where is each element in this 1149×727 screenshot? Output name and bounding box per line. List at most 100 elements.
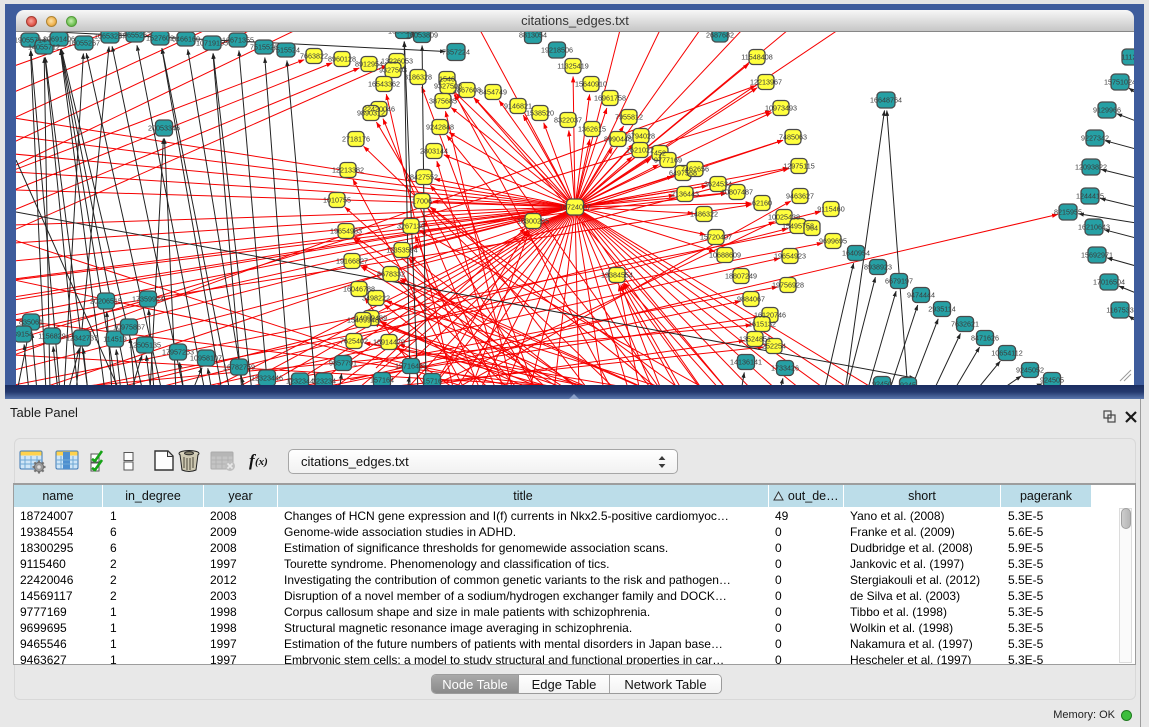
- svg-text:16782759: 16782759: [223, 363, 255, 372]
- svg-text:9242848: 9242848: [426, 123, 454, 132]
- svg-text:18807249: 18807249: [725, 272, 757, 281]
- svg-text:10973493: 10973493: [765, 104, 797, 113]
- svg-text:19654983: 19654983: [330, 227, 362, 236]
- svg-text:8322037: 8322037: [554, 116, 582, 125]
- svg-text:10958107: 10958107: [190, 354, 222, 363]
- svg-text:6679197: 6679197: [885, 277, 913, 286]
- svg-text:1486322: 1486322: [690, 210, 718, 219]
- svg-text:19218506: 19218506: [541, 46, 573, 55]
- svg-text:7625402: 7625402: [340, 337, 368, 346]
- svg-text:16648764: 16648764: [870, 96, 902, 105]
- svg-text:8186328: 8186328: [404, 73, 432, 82]
- svg-text:1640954: 1640954: [842, 249, 870, 258]
- svg-text:15720407: 15720407: [700, 233, 732, 242]
- svg-text:10025438: 10025438: [768, 213, 800, 222]
- svg-text:12323446: 12323446: [251, 374, 283, 383]
- svg-text:19756928: 19756928: [772, 281, 804, 290]
- svg-text:12093822: 12093822: [1075, 163, 1107, 172]
- svg-text:8454749: 8454749: [479, 88, 507, 97]
- svg-text:9463627: 9463627: [786, 192, 814, 201]
- svg-text:7663822: 7663822: [300, 52, 328, 61]
- svg-text:16210643: 16210643: [1078, 223, 1110, 232]
- svg-text:10688609: 10688609: [709, 251, 741, 260]
- svg-text:11353594: 11353594: [386, 246, 417, 255]
- svg-text:8215955: 8215955: [1054, 208, 1082, 217]
- svg-text:15716: 15716: [422, 377, 442, 385]
- svg-text:17006: 17006: [412, 197, 432, 206]
- svg-text:1156829: 1156829: [38, 332, 65, 341]
- svg-text:114519: 114519: [103, 335, 126, 344]
- svg-text:1621022: 1621022: [626, 146, 654, 155]
- svg-text:12505135: 12505135: [129, 341, 161, 350]
- svg-text:11325419: 11325419: [557, 62, 588, 71]
- svg-text:8471626: 8471626: [971, 334, 999, 343]
- svg-text:9115460: 9115460: [817, 205, 844, 214]
- svg-text:7955812: 7955812: [615, 113, 643, 122]
- svg-text:1615132: 1615132: [748, 320, 776, 329]
- svg-text:14136141: 14136141: [730, 358, 762, 367]
- svg-text:924505: 924505: [1040, 376, 1064, 385]
- svg-text:13226053: 13226053: [381, 57, 413, 66]
- svg-text:17016504: 17016504: [1093, 278, 1125, 287]
- svg-text:9245052: 9245052: [1016, 366, 1044, 375]
- svg-text:62160: 62160: [752, 199, 772, 208]
- svg-text:1527602: 1527602: [146, 34, 174, 43]
- svg-text:8960128: 8960128: [328, 55, 356, 64]
- svg-text:2867608: 2867608: [453, 86, 481, 95]
- svg-text:1538520: 1538520: [526, 109, 554, 118]
- svg-text:9699695: 9699695: [819, 237, 847, 246]
- svg-text:11123: 11123: [1122, 53, 1134, 62]
- svg-text:7462656: 7462656: [681, 165, 709, 174]
- svg-text:16543362: 16543362: [368, 80, 400, 89]
- svg-text:12213967: 12213967: [750, 78, 782, 87]
- svg-text:19166827: 19166827: [336, 257, 368, 266]
- svg-text:1010755: 1010755: [323, 196, 351, 205]
- svg-text:15640910: 15640910: [575, 80, 607, 89]
- svg-text:8938923: 8938923: [864, 263, 892, 272]
- svg-text:92450: 92450: [872, 380, 892, 385]
- svg-text:1244415: 1244415: [1076, 192, 1104, 201]
- svg-text:1733426: 1733426: [771, 364, 799, 373]
- svg-text:10807487: 10807487: [721, 188, 753, 197]
- svg-text:15751024: 15751024: [1104, 78, 1134, 87]
- svg-text:16053809: 16053809: [406, 32, 438, 40]
- svg-text:8813054: 8813054: [519, 32, 547, 40]
- svg-text:9890312: 9890312: [357, 109, 385, 118]
- svg-text:10975867: 10975867: [113, 323, 145, 332]
- svg-text:18300295: 18300295: [517, 217, 549, 226]
- svg-text:15692971: 15692971: [1081, 251, 1113, 260]
- svg-text:2718176: 2718176: [342, 135, 370, 144]
- svg-text:3875685: 3875685: [429, 97, 457, 106]
- svg-text:7632621: 7632621: [951, 320, 979, 329]
- svg-text:20053346: 20053346: [148, 124, 180, 133]
- svg-text:9245: 9245: [900, 381, 916, 385]
- svg-text:39154: 39154: [16, 330, 33, 339]
- svg-text:(x): (x): [255, 456, 268, 468]
- svg-text:9474444: 9474444: [907, 291, 935, 300]
- svg-text:12975115: 12975115: [783, 162, 814, 171]
- svg-text:9777169: 9777169: [654, 156, 682, 165]
- svg-text:6794028: 6794028: [627, 132, 655, 141]
- svg-text:18724007: 18724007: [559, 203, 591, 212]
- svg-text:964: 964: [806, 224, 818, 233]
- svg-text:17359924: 17359924: [132, 295, 164, 304]
- svg-text:10654112: 10654112: [991, 349, 1022, 358]
- svg-text:3498222: 3498222: [362, 294, 390, 303]
- svg-text:9129966: 9129966: [1093, 106, 1121, 115]
- svg-text:16961758: 16961758: [594, 94, 626, 103]
- svg-text:1232344: 1232344: [286, 377, 314, 385]
- svg-text:16046788: 16046788: [343, 285, 375, 294]
- svg-text:2803144: 2803144: [420, 147, 448, 156]
- svg-text:2136443: 2136443: [671, 190, 699, 199]
- svg-text:9227342: 9227342: [1081, 134, 1109, 143]
- svg-text:12213382: 12213382: [332, 166, 364, 175]
- svg-text:12342737: 12342737: [66, 334, 98, 343]
- svg-text:1167533: 1167533: [1106, 306, 1133, 315]
- svg-text:7515524: 7515524: [272, 46, 300, 55]
- svg-text:8427552: 8427552: [410, 173, 438, 182]
- svg-text:15716485: 15716485: [395, 362, 427, 371]
- svg-text:19654923: 19654923: [774, 252, 806, 261]
- svg-text:9327503: 9327503: [379, 66, 407, 75]
- svg-text:11548408: 11548408: [741, 53, 772, 62]
- svg-text:7485063: 7485063: [779, 133, 807, 142]
